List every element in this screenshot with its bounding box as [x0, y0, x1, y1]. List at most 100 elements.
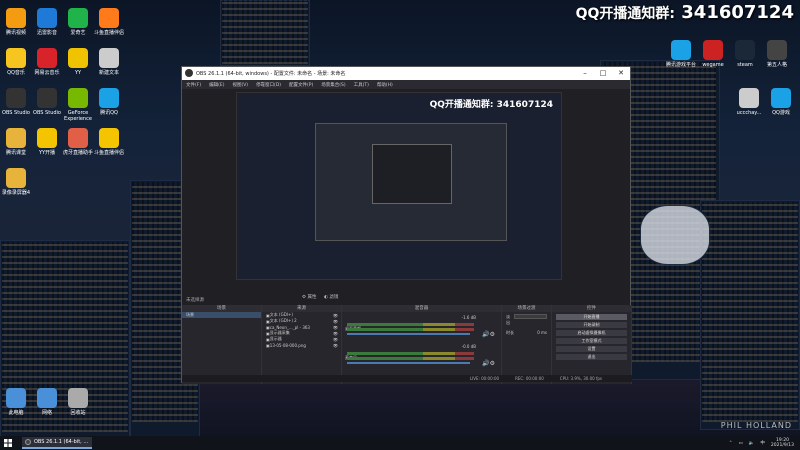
- transition-type[interactable]: 淡出: [506, 314, 514, 326]
- level-meter: [347, 323, 474, 326]
- duration-value[interactable]: 0 ms: [537, 330, 547, 336]
- desktop-icon-label: 斗鱼直播伴侣: [93, 150, 124, 156]
- speaker-icon[interactable]: 🔊⚙: [482, 331, 495, 338]
- scene-item[interactable]: 场景: [182, 312, 261, 318]
- desktop-icon-label: 腾讯QQ: [100, 110, 118, 116]
- video-icon: [6, 8, 26, 28]
- desktop-icon[interactable]: 录像录屏器4: [0, 168, 37, 196]
- eye-icon[interactable]: 👁: [333, 325, 338, 330]
- start-button[interactable]: [0, 436, 16, 450]
- speaker-icon[interactable]: 🔊⚙: [482, 360, 495, 367]
- level-meter: [347, 352, 474, 355]
- desktop-icon[interactable]: 斗鱼直播伴侣: [88, 128, 130, 156]
- clock-date: 2021/9/13: [770, 443, 794, 448]
- source-item[interactable]: ▣ 13-05-08-000.png 👁: [262, 342, 341, 348]
- sources-dock: 来源 ▣ 文本 (GDI+) 👁 ▣ 文本 (GDI+) 2 👁 ▣ ca_Neon_.…: [262, 305, 342, 384]
- computer-icon: [6, 388, 26, 408]
- channel-db: -1.6 dB: [461, 315, 476, 320]
- menu-item[interactable]: 配置文件(P): [289, 82, 313, 88]
- transitions-dock: 场景过渡 淡出 时长 0 ms: [502, 305, 552, 384]
- eye-icon[interactable]: 👁: [333, 319, 338, 324]
- qq-icon: [99, 88, 119, 108]
- obs-preview[interactable]: QQ开播通知群: 341607124: [236, 92, 562, 280]
- desktop-icon[interactable]: 斗鱼直播伴侣: [88, 8, 130, 36]
- source-item-label: 显示器: [269, 336, 282, 341]
- obs-window[interactable]: OBS 26.1.1 (64-bit, windows) - 配置文件: 未命名…: [181, 66, 632, 384]
- eye-icon[interactable]: 👁: [333, 331, 338, 336]
- volume-fader[interactable]: [347, 333, 470, 335]
- folder-icon: [6, 128, 26, 148]
- level-meter: [347, 357, 474, 360]
- douyu-icon: [99, 128, 119, 148]
- mixer-dock: 混音器 桌面音频-1.6 dB🔊⚙麦克风-0.0 dB🔊⚙: [342, 305, 502, 384]
- source-item-label: 13-05-08-000.png: [269, 342, 306, 348]
- properties-button-label: 属性: [307, 295, 317, 300]
- obs-window-title: OBS 26.1.1 (64-bit, windows) - 配置文件: 未命名…: [196, 71, 346, 77]
- watermark-label: QQ开播通知群:: [575, 6, 675, 22]
- sources-dock-title: 来源: [262, 305, 341, 312]
- system-tray: ⌃ ▭ 🔈 中 19:20 2021/9/13: [729, 436, 794, 450]
- desktop-icon-label: 录像录屏器4: [1, 190, 31, 196]
- source-item-label: 文本 (GDI+) 2: [269, 318, 297, 323]
- desktop-icon[interactable]: 腾讯QQ: [88, 88, 130, 116]
- control-button[interactable]: 启动虚拟摄像机: [556, 330, 627, 336]
- filters-button-label: 滤镜: [329, 295, 339, 300]
- control-button[interactable]: 设置: [556, 346, 627, 352]
- obs-app-icon: [185, 69, 193, 77]
- control-button[interactable]: 开始录制: [556, 322, 627, 328]
- maximize-icon[interactable]: □: [594, 67, 612, 80]
- nvidia-icon: [68, 88, 88, 108]
- ime-indicator[interactable]: 中: [760, 440, 765, 446]
- huya-icon: [68, 128, 88, 148]
- obs-statusbar: LIVE: 00:00:00 REC: 00:00:00 CPU: 3.9%, 30…: [182, 375, 632, 382]
- wegame-icon: [703, 40, 723, 60]
- qqmusic-icon: [6, 48, 26, 68]
- desktop-icon-label: 新建文本: [98, 70, 119, 76]
- volume-fader[interactable]: [347, 362, 470, 364]
- chevron-up-icon[interactable]: ⌃: [729, 441, 733, 446]
- watermark-number: 341607124: [681, 2, 794, 23]
- windows-icon: [4, 439, 12, 447]
- menu-item[interactable]: 编辑(E): [209, 82, 224, 88]
- network-icon: [37, 388, 57, 408]
- taskbar-obs-label: OBS 26.1.1 (64-bit, ...: [34, 439, 89, 445]
- control-button[interactable]: 退出: [556, 354, 627, 360]
- control-button[interactable]: 工作室模式: [556, 338, 627, 344]
- yy-live-icon: [37, 128, 57, 148]
- obs-docks: 场景 场景 + − ⌃ ⌄ 来源 ▣ 文本 (GDI+)👁▣ 文本 (GDI+)…: [182, 305, 632, 384]
- eye-icon[interactable]: 👁: [333, 313, 338, 318]
- minimize-icon[interactable]: –: [576, 67, 594, 80]
- scenes-dock: 场景 场景 + − ⌃ ⌄: [182, 305, 262, 384]
- desktop-icon[interactable]: 回收站: [57, 388, 99, 416]
- menu-item[interactable]: 停靠窗口(D): [256, 82, 281, 88]
- doc-icon: [99, 48, 119, 68]
- menu-item[interactable]: 文件(F): [186, 82, 201, 88]
- controls-dock: 控件 开始直播 开始录制 启动虚拟摄像机 工作室模式 设置 退出: [552, 305, 632, 384]
- desktop-icon[interactable]: 第五人格: [756, 40, 798, 68]
- mixer-channel: 麦克风-0.0 dB🔊⚙: [345, 344, 498, 370]
- taskbar-obs-item[interactable]: OBS 26.1.1 (64-bit, ...: [22, 437, 92, 449]
- volume-icon[interactable]: 🔈: [749, 441, 755, 446]
- iqiyi-icon: [68, 8, 88, 28]
- menu-item[interactable]: 场景集合(S): [321, 82, 345, 88]
- properties-button[interactable]: ⚙ 属性: [302, 294, 316, 300]
- menu-item[interactable]: 工具(T): [354, 82, 369, 88]
- close-icon[interactable]: ✕: [612, 67, 630, 80]
- duration-label: 时长: [506, 330, 514, 335]
- desktop-icon[interactable]: QQ游戏: [760, 88, 800, 116]
- transition-select[interactable]: [513, 314, 547, 319]
- menu-item[interactable]: 视图(V): [232, 82, 248, 88]
- desktop-icon[interactable]: 新建文本: [88, 48, 130, 76]
- filters-button[interactable]: ◐ 滤镜: [324, 294, 338, 300]
- game-icon: [671, 40, 691, 60]
- nested-preview-inner: [372, 144, 452, 204]
- eye-icon[interactable]: 👁: [333, 343, 338, 348]
- source-item-label: ca_Neon_..._pl - 363: [269, 324, 310, 330]
- eye-icon[interactable]: 👁: [333, 337, 338, 342]
- clock[interactable]: 19:20 2021/9/13: [771, 438, 794, 449]
- control-button[interactable]: 开始直播: [556, 314, 627, 320]
- network-icon[interactable]: ▭: [739, 441, 743, 446]
- menu-item[interactable]: 帮助(H): [377, 82, 393, 88]
- obs-titlebar[interactable]: OBS 26.1.1 (64-bit, windows) - 配置文件: 未命名…: [182, 67, 630, 80]
- mixer-dock-title: 混音器: [342, 305, 501, 312]
